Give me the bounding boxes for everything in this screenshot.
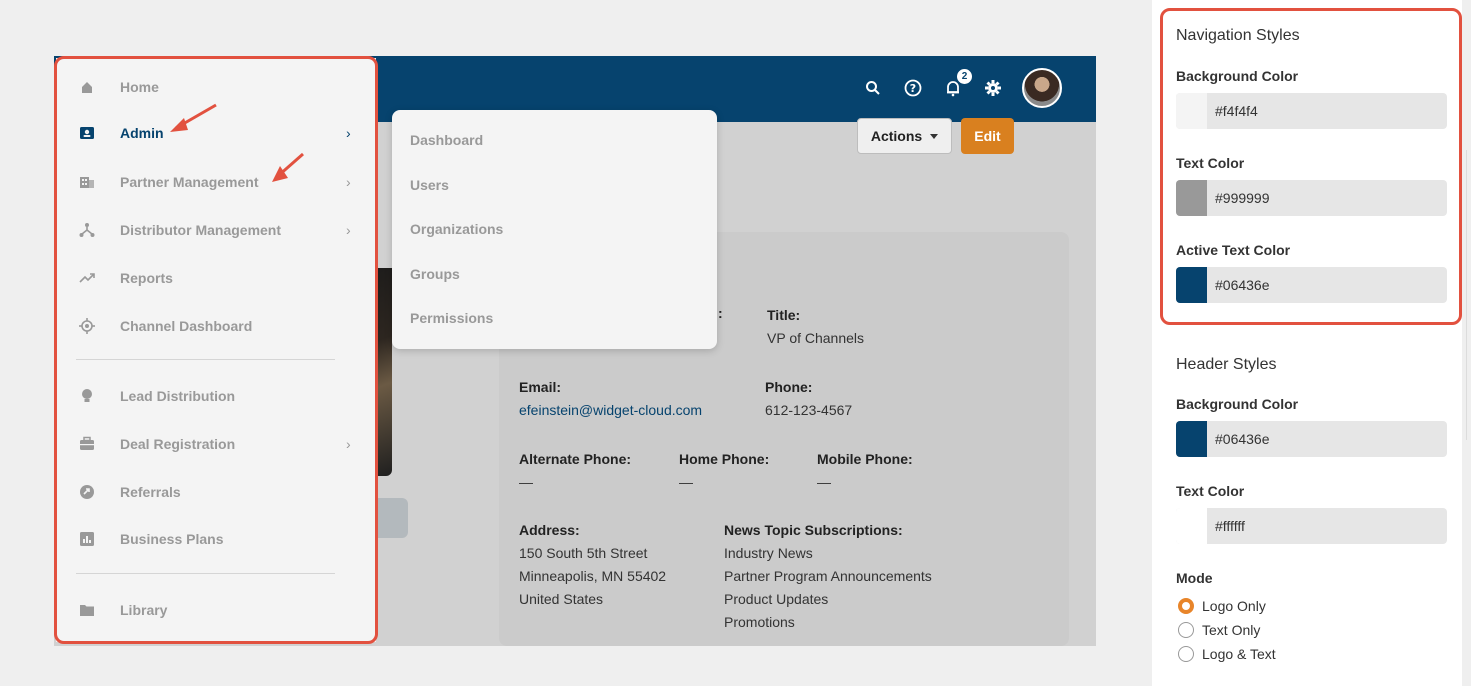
color-swatch[interactable] [1176,508,1207,544]
nav-bg-color-field[interactable]: #f4f4f4 [1176,93,1447,129]
field-label-fragment: : [718,305,723,321]
help-icon[interactable]: ? [902,77,924,99]
hdr-text-color-field[interactable]: #ffffff [1176,508,1447,544]
home-phone-label: Home Phone: [679,451,770,467]
svg-text:?: ? [910,82,916,95]
home-phone-field: Home Phone: — [679,448,769,494]
mobile-phone-field: Mobile Phone: — [817,448,913,494]
submenu-item-users[interactable]: Users [410,177,449,193]
address-line: Minneapolis, MN 55402 [519,568,667,584]
radio-checked[interactable] [1178,598,1194,614]
subscription-item: Partner Program Announcements [724,568,932,584]
radio-label: Logo & Text [1202,646,1276,662]
title-label: Title: [767,307,801,323]
annotation-arrow-partner [272,152,304,182]
home-phone-value: — [679,474,693,490]
panel-edge [1466,150,1467,440]
bell-icon[interactable]: 2 [942,69,972,99]
email-label: Email: [519,379,562,395]
admin-submenu: Dashboard Users Organizations Groups Per… [392,110,717,349]
edit-button[interactable]: Edit [961,118,1014,154]
hdr-text-label: Text Color [1176,483,1245,499]
address-line: 150 South 5th Street [519,545,648,561]
mode-option-logo-only[interactable]: Logo Only [1178,598,1266,614]
actions-label: Actions [870,128,923,144]
caret-down-icon [930,133,939,139]
subscription-item: Product Updates [724,591,829,607]
color-swatch[interactable] [1176,180,1207,216]
actions-button[interactable]: Actions [857,118,952,154]
notification-badge: 2 [957,69,972,84]
mobile-phone-label: Mobile Phone: [817,451,913,467]
title-value: VP of Channels [767,330,865,346]
address-line: United States [519,591,604,607]
title-field: Title: VP of Channels [767,304,864,350]
hdr-bg-color-field[interactable]: #06436e [1176,421,1447,457]
email-link[interactable]: efeinstein@widget-cloud.com [519,399,702,422]
radio-label: Logo Only [1202,598,1266,614]
submenu-item-permissions[interactable]: Permissions [410,310,493,326]
nav-text-color-field[interactable]: #999999 [1176,180,1447,216]
subscription-item: Industry News [724,545,813,561]
mode-option-logo-text[interactable]: Logo & Text [1178,646,1276,662]
nav-active-color-field[interactable]: #06436e [1176,267,1447,303]
search-icon[interactable] [862,77,884,99]
header-icons: ? 2 [862,68,1062,108]
alt-phone-value: — [519,474,533,490]
phone-label: Phone: [765,379,813,395]
radio-unchecked[interactable] [1178,622,1194,638]
color-value: #06436e [1215,431,1270,447]
nav-active-label: Active Text Color [1176,242,1291,258]
submenu-item-dashboard[interactable]: Dashboard [410,132,483,148]
color-value: #ffffff [1215,518,1245,534]
mode-label: Mode [1176,570,1213,586]
hdr-bg-label: Background Color [1176,396,1299,412]
nav-bg-label: Background Color [1176,68,1299,84]
alt-phone-field: Alternate Phone: — [519,448,631,494]
color-swatch[interactable] [1176,421,1207,457]
mobile-phone-value: — [817,474,831,490]
alt-phone-label: Alternate Phone: [519,451,632,467]
submenu-item-groups[interactable]: Groups [410,266,460,282]
annotation-arrow-admin [170,103,217,132]
subscriptions-field: News Topic Subscriptions: Industry News … [724,519,932,634]
subscriptions-label: News Topic Subscriptions: [724,522,903,538]
color-value: #f4f4f4 [1215,103,1258,119]
submenu-item-organizations[interactable]: Organizations [410,221,503,237]
nav-text-label: Text Color [1176,155,1245,171]
color-swatch[interactable] [1176,93,1207,129]
user-avatar[interactable] [1022,68,1062,108]
gear-icon[interactable] [982,77,1004,99]
address-field: Address: 150 South 5th Street Minneapoli… [519,519,666,611]
phone-value: 612-123-4567 [765,402,853,418]
color-value: #06436e [1215,277,1270,293]
mode-option-text-only[interactable]: Text Only [1178,622,1260,638]
email-field: Email: efeinstein@widget-cloud.com [519,376,702,422]
radio-label: Text Only [1202,622,1261,638]
phone-field: Phone: 612-123-4567 [765,376,852,422]
subscription-item: Promotions [724,614,795,630]
header-styles-title: Header Styles [1176,356,1277,373]
nav-styles-title: Navigation Styles [1176,27,1300,44]
annotation-highlight-sidebar [54,56,378,644]
address-label: Address: [519,522,580,538]
color-value: #999999 [1215,190,1270,206]
radio-unchecked[interactable] [1178,646,1194,662]
color-swatch[interactable] [1176,267,1207,303]
